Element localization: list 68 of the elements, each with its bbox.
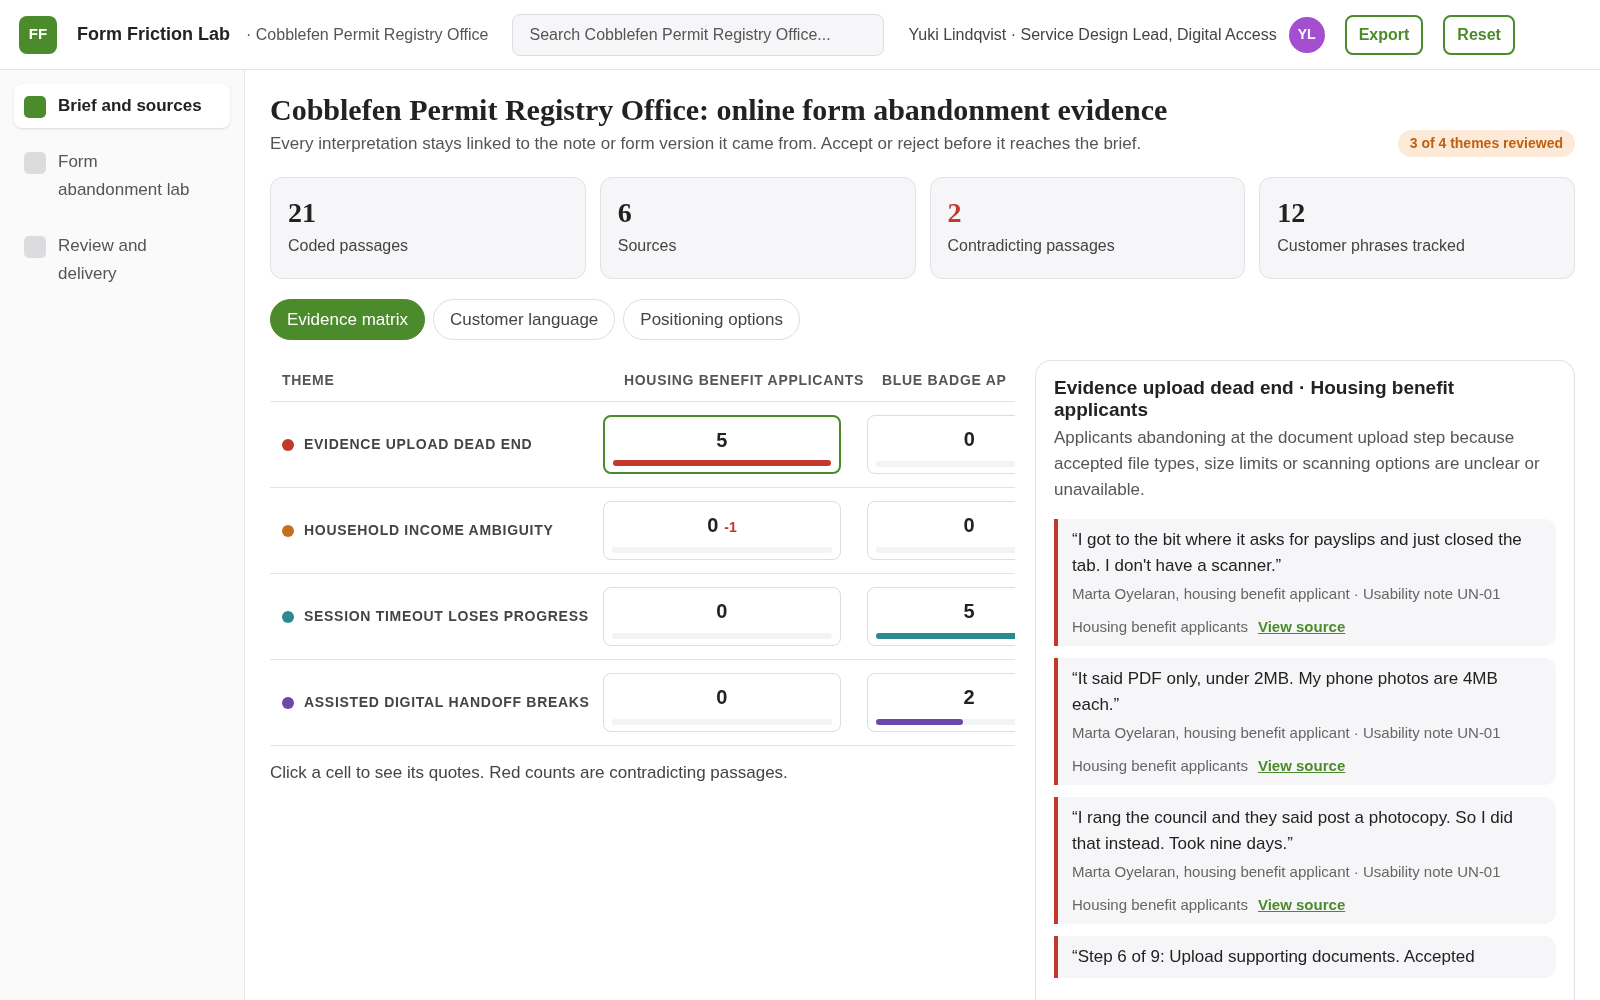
quote-source: Marta Oyelaran, housing benefit applicant · Usability note UN-01 [1072,584,1502,604]
matrix-cell[interactable]: 0 [603,587,841,646]
count-value: 0 [963,513,975,538]
quote-text: “I got to the bit where it asks for payslips and just closed the tab. I don't have a scanner.” [1072,529,1523,577]
segment-label: Housing benefit applicants [1072,755,1248,776]
count-value: 0 [716,599,728,624]
view-tab[interactable]: Evidence matrix [270,299,425,340]
stat-label: Customer phrases tracked [1277,236,1466,256]
status-checkbox [24,96,46,118]
quote-source: Marta Oyelaran, housing benefit applicant · Usability note UN-01 [1072,862,1502,882]
sidebar-item[interactable]: Review and delivery [14,224,230,296]
column-header: HOUSING BENEFIT APPLICANTS [622,371,866,390]
count-value: 5 [963,599,975,624]
page-subtitle: Every interpretation stays linked to the note or form version it came from. Accept or reject before it reaches the brief. [270,132,1142,155]
matrix-cell[interactable]: 5 [866,587,1015,646]
segment-label: Housing benefit applicants [1072,616,1248,637]
sidebar-item[interactable]: Brief and sources [14,84,230,128]
segment-label: Housing benefit applicants [1072,894,1248,915]
header-button[interactable]: Reset [1443,14,1515,55]
matrix-cell[interactable]: 0 -1 [603,501,841,560]
matrix-footnote: Click a cell to see its quotes. Red counts are contradicting passages. [270,762,789,784]
view-source-link[interactable]: View source [1257,615,1346,638]
quote-text: “I rang the council and they said post a photocopy. So I did that instead. Took nine days.” [1072,807,1515,855]
matrix-cell[interactable]: 2 [866,673,1015,732]
user-name: Yuki Lindqvist · Service Design Lead, Digital Access [908,24,1277,45]
quote-text: “It said PDF only, under 2MB. My phone photos are 4MB each.” [1072,668,1499,716]
column-header: THEME [281,371,336,390]
theme-label: EVIDENCE UPLOAD DEAD END [304,435,533,454]
detail-title: Evidence upload dead end · Housing benefit applicants [1054,377,1456,421]
sidebar-item[interactable]: Form abandonment lab [14,140,230,212]
theme-label: ASSISTED DIGITAL HANDOFF BREAKS [304,693,590,712]
user-avatar[interactable]: YL [1288,16,1325,53]
count-value: 0 [963,427,975,452]
quote-text: “Step 6 of 9: Upload supporting documents. Accepted [1072,946,1476,968]
status-checkbox [24,152,46,174]
contradicting-count: -1 [724,518,737,537]
theme-label: HOUSEHOLD INCOME AMBIGUITY [304,521,554,540]
stat-value: 12 [1277,196,1307,230]
matrix-cell[interactable]: 5 [603,415,841,474]
detail-description: Applicants abandoning at the document upload step because accepted file types, size limits or scanning options are unclear or unavailable. [1054,427,1541,501]
stat-label: Contradicting passages [947,236,1116,256]
stat-value: 6 [617,196,633,230]
count-value: 0 [707,513,719,538]
view-tab[interactable]: Positioning options [623,299,801,340]
app-name: Form Friction Lab [77,23,230,46]
page-title: Cobblefen Permit Registry Office: online form abandonment evidence [270,92,1169,128]
app-logo: FF [19,15,57,54]
count-value: 5 [716,428,728,453]
count-value: 0 [716,685,728,710]
stat-value: 2 [947,196,963,230]
theme-label: SESSION TIMEOUT LOSES PROGRESS [304,607,589,626]
view-source-link[interactable]: View source [1257,893,1346,916]
quote-source: Marta Oyelaran, housing benefit applicant · Usability note UN-01 [1072,723,1502,743]
organization-name: · Cobblefen Permit Registry Office [246,24,489,45]
matrix-cell[interactable]: 0 [603,673,841,732]
stat-label: Coded passages [288,236,410,256]
stat-value: 21 [288,196,317,230]
view-source-link[interactable]: View source [1257,754,1346,777]
header-button[interactable]: Export [1344,14,1424,55]
matrix-cell[interactable]: 0 [866,415,1015,474]
column-header: BLUE BADGE AP [882,371,1007,390]
count-value: 2 [963,685,975,710]
review-status-badge: 3 of 4 themes reviewed [1397,130,1575,157]
matrix-cell[interactable]: 0 [866,501,1015,560]
stat-label: Sources [617,236,678,256]
search-field[interactable]: Search Cobblefen Permit Registry Office... [512,13,885,56]
status-checkbox [24,236,46,258]
view-tab[interactable]: Customer language [432,299,616,340]
